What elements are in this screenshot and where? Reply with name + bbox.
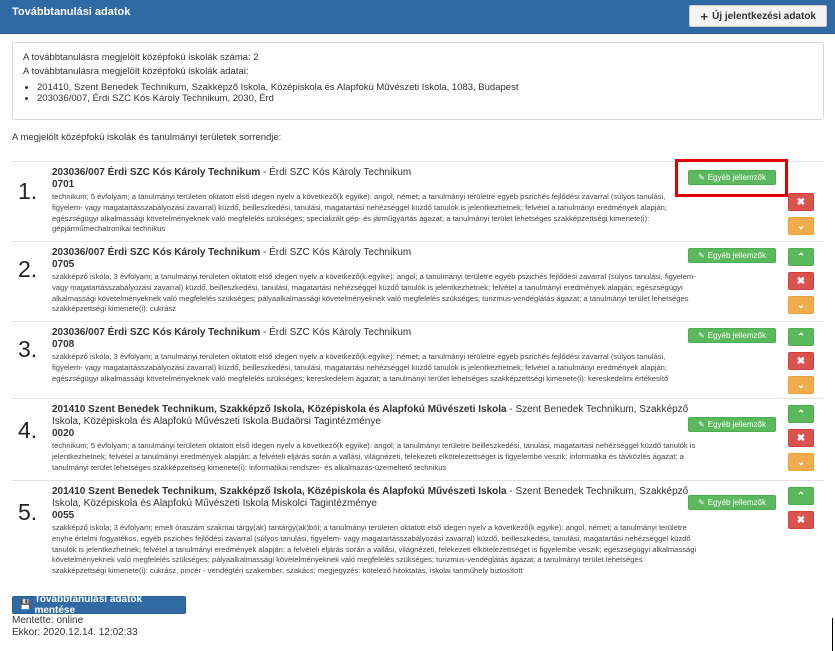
features-button-label: Egyéb jellemzők: [707, 173, 766, 182]
features-button[interactable]: ✎ Egyéb jellemzők: [688, 495, 776, 510]
row-number: 2.: [18, 256, 38, 282]
row-title-school: 201410 Szent Benedek Technikum, Szakképz…: [52, 486, 507, 497]
features-button-label: Egyéb jellemzők: [707, 498, 766, 507]
row-title: 201410 Szent Benedek Technikum, Szakképz…: [52, 404, 697, 428]
chevron-down-icon: ⌄: [796, 220, 806, 232]
delete-button[interactable]: ✖: [788, 193, 814, 211]
saved-by-text: Mentette: online: [12, 615, 84, 626]
school-list-item: 201410, Szent Benedek Technikum, Szakkép…: [37, 82, 813, 93]
ranking-title: A megjelölt középfokú iskolák és tanulmá…: [12, 132, 282, 143]
row-description: szakképző iskola; 3 évfolyam; emelt óras…: [52, 523, 697, 576]
row-code: 0020: [52, 428, 75, 439]
row-code: 0055: [52, 510, 75, 521]
edit-icon: ✎: [698, 498, 705, 507]
move-up-button[interactable]: ⌃: [788, 487, 814, 505]
delete-button[interactable]: ✖: [788, 429, 814, 447]
features-button[interactable]: ✎ Egyéb jellemzők: [688, 328, 776, 343]
edit-icon: ✎: [698, 331, 705, 340]
ranking-list: 1. 203036/007 Érdi SZC Kós Károly Techni…: [12, 159, 824, 580]
edit-icon: ✎: [698, 251, 705, 260]
ranking-row: 5. 201410 Szent Benedek Technikum, Szakk…: [12, 480, 824, 580]
close-icon: ✖: [796, 355, 806, 367]
move-down-button[interactable]: ⌄: [788, 453, 814, 471]
save-icon: 💾: [19, 599, 32, 611]
summary-panel: A továbbtanulásra megjelölt középfokú is…: [12, 42, 824, 120]
row-content: 203036/007 Érdi SZC Kós Károly Technikum…: [52, 327, 697, 384]
chevron-down-icon: ⌄: [796, 379, 806, 391]
move-down-button[interactable]: ⌄: [788, 217, 814, 235]
row-title-school: 203036/007 Érdi SZC Kós Károly Technikum: [52, 247, 261, 258]
row-number: 5.: [18, 499, 38, 525]
edit-icon: ✎: [698, 173, 705, 182]
delete-button[interactable]: ✖: [788, 272, 814, 290]
chevron-up-icon: ⌃: [796, 331, 806, 343]
new-application-label: Új jelentkezési adatok: [712, 10, 816, 22]
row-title-site: - Érdi SZC Kós Károly Technikum: [260, 327, 412, 338]
chevron-down-icon: ⌄: [796, 299, 806, 311]
row-description: szakképző iskola; 3 évfolyam; a tanulmán…: [52, 272, 696, 314]
row-content: 203036/007 Érdi SZC Kós Károly Technikum…: [52, 247, 697, 315]
move-down-button[interactable]: ⌄: [788, 376, 814, 394]
close-icon: ✖: [796, 514, 806, 526]
delete-button[interactable]: ✖: [788, 511, 814, 529]
chevron-up-icon: ⌃: [796, 251, 806, 263]
row-code: 0701: [52, 179, 75, 190]
row-title: 203036/007 Érdi SZC Kós Károly Technikum…: [52, 327, 697, 339]
move-up-button[interactable]: ⌃: [788, 328, 814, 346]
school-list: 201410, Szent Benedek Technikum, Szakkép…: [37, 82, 813, 104]
row-title: 203036/007 Érdi SZC Kós Károly Technikum…: [52, 167, 697, 179]
ranking-row: 3. 203036/007 Érdi SZC Kós Károly Techni…: [12, 321, 824, 398]
row-title-school: 201410 Szent Benedek Technikum, Szakképz…: [52, 404, 507, 415]
saved-time-text: Ekkor: 2020.12.14. 12:02:33: [12, 627, 138, 638]
ranking-row: 2. 203036/007 Érdi SZC Kós Károly Techni…: [12, 241, 824, 321]
row-title-site: - Érdi SZC Kós Károly Technikum: [260, 247, 412, 258]
row-description: szakképző iskola; 3 évfolyam; a tanulmán…: [52, 352, 669, 383]
new-application-button[interactable]: + Új jelentkezési adatok: [689, 5, 827, 27]
window-edge-divider: [832, 618, 833, 651]
row-code: 0708: [52, 339, 75, 350]
features-button-label: Egyéb jellemzők: [707, 420, 766, 429]
move-up-button[interactable]: ⌃: [788, 405, 814, 423]
row-title: 201410 Szent Benedek Technikum, Szakképz…: [52, 486, 697, 510]
ranking-row: 1. 203036/007 Érdi SZC Kós Károly Techni…: [12, 159, 824, 241]
delete-button[interactable]: ✖: [788, 352, 814, 370]
row-number: 3.: [18, 336, 38, 362]
save-button[interactable]: 💾 Továbbtanulási adatok mentése: [12, 594, 186, 616]
ranking-row: 4. 201410 Szent Benedek Technikum, Szakk…: [12, 398, 824, 480]
chevron-up-icon: ⌃: [796, 490, 806, 502]
row-title-site: - Érdi SZC Kós Károly Technikum: [260, 167, 412, 178]
chevron-down-icon: ⌄: [796, 456, 806, 468]
save-button-label: Továbbtanulási adatok mentése: [34, 594, 143, 616]
row-description: technikum; 5 évfolyam; a tanulmányi terü…: [52, 192, 668, 234]
features-button[interactable]: ✎ Egyéb jellemzők: [688, 170, 776, 185]
row-title: 203036/007 Érdi SZC Kós Károly Technikum…: [52, 247, 697, 259]
plus-icon: +: [700, 8, 709, 24]
move-down-button[interactable]: ⌄: [788, 296, 814, 314]
row-number: 4.: [18, 417, 38, 443]
move-up-button[interactable]: ⌃: [788, 248, 814, 266]
school-count-text: A továbbtanulásra megjelölt középfokú is…: [23, 52, 259, 63]
row-content: 203036/007 Érdi SZC Kós Károly Technikum…: [52, 167, 697, 235]
features-button-label: Egyéb jellemzők: [707, 331, 766, 340]
school-data-heading: A továbbtanulásra megjelölt középfokú is…: [23, 66, 249, 77]
row-number: 1.: [18, 178, 38, 204]
row-title-school: 203036/007 Érdi SZC Kós Károly Technikum: [52, 327, 261, 338]
row-content: 201410 Szent Benedek Technikum, Szakképz…: [52, 404, 697, 473]
page-title: Továbbtanulási adatok: [12, 6, 131, 18]
chevron-up-icon: ⌃: [796, 408, 806, 420]
school-list-item: 203036/007, Érdi SZC Kós Károly Techniku…: [37, 93, 813, 104]
row-description: technikum; 5 évfolyam; a tanulmányi terü…: [52, 441, 696, 472]
page-header: Továbbtanulási adatok + Új jelentkezési …: [0, 0, 835, 34]
close-icon: ✖: [796, 196, 806, 208]
edit-icon: ✎: [698, 420, 705, 429]
features-button[interactable]: ✎ Egyéb jellemzők: [688, 248, 776, 263]
close-icon: ✖: [796, 275, 806, 287]
close-icon: ✖: [796, 432, 806, 444]
row-title-school: 203036/007 Érdi SZC Kós Károly Technikum: [52, 167, 261, 178]
row-code: 0705: [52, 259, 75, 270]
features-button-label: Egyéb jellemzők: [707, 251, 766, 260]
features-button[interactable]: ✎ Egyéb jellemzők: [688, 417, 776, 432]
row-content: 201410 Szent Benedek Technikum, Szakképz…: [52, 486, 697, 577]
